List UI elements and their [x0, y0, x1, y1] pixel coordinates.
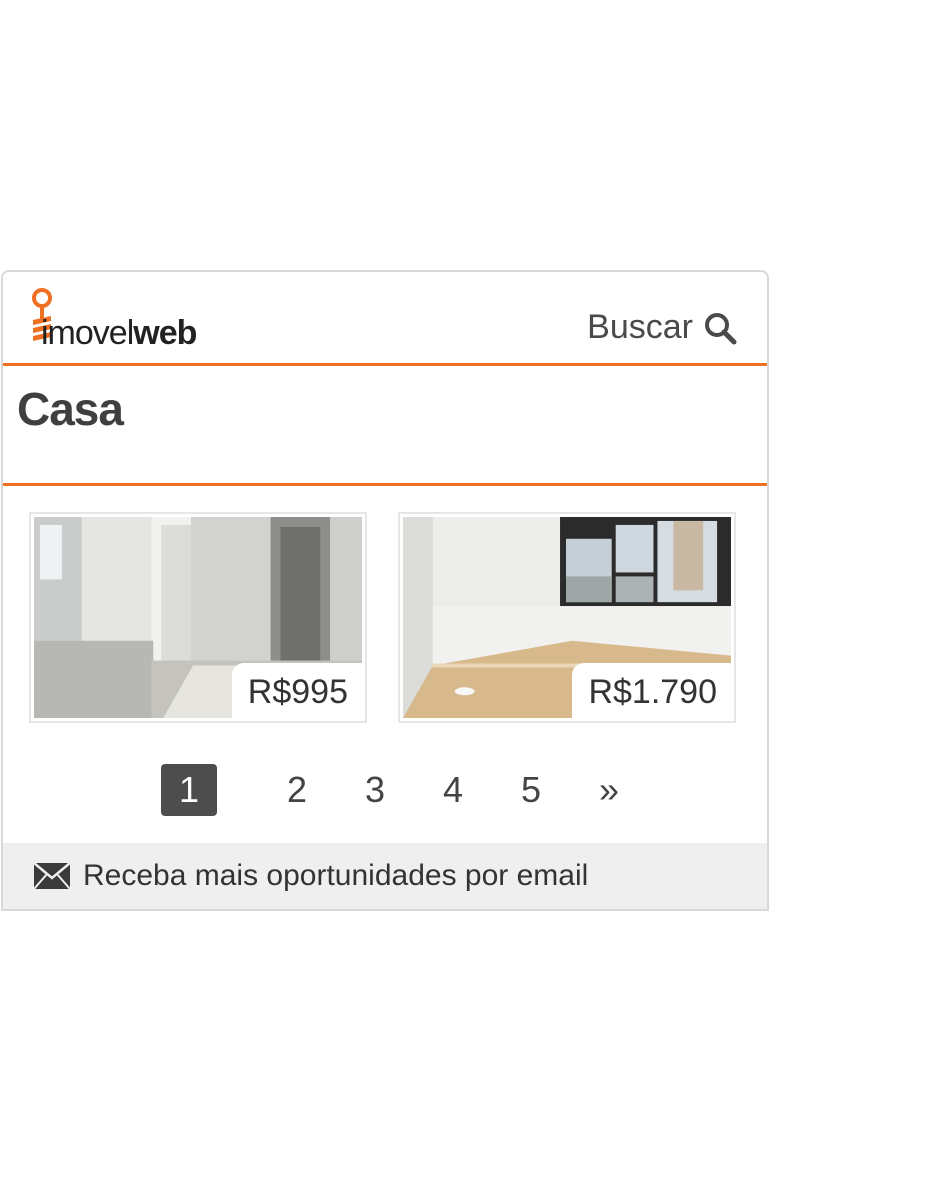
page-2-button[interactable]: 2 [269, 764, 325, 816]
page-3-button[interactable]: 3 [347, 764, 403, 816]
search-label: Buscar [587, 308, 693, 346]
page-4-button[interactable]: 4 [425, 764, 481, 816]
listing-card[interactable]: R$995 [29, 512, 367, 723]
header: imovelweb Buscar [3, 272, 767, 366]
envelope-icon [33, 862, 71, 890]
imovelweb-logo[interactable]: imovelweb [27, 286, 217, 352]
search-button[interactable]: Buscar [587, 308, 737, 347]
email-subscribe-label: Receba mais oportunidades por email [83, 859, 589, 892]
listing-widget: imovelweb Buscar Casa R$995 R$1.790 1 2 … [1, 270, 769, 911]
logo-text-light: imovel [41, 314, 134, 352]
next-page-button[interactable]: » [581, 764, 637, 816]
listing-card[interactable]: R$1.790 [398, 512, 736, 723]
email-subscribe-bar[interactable]: Receba mais oportunidades por email [3, 843, 767, 909]
page-5-button[interactable]: 5 [503, 764, 559, 816]
logo-wordmark: imovelweb [41, 314, 197, 353]
logo-text-bold: web [133, 314, 197, 352]
listing-cards: R$995 R$1.790 [3, 486, 767, 736]
pagination: 1 2 3 4 5 » [3, 736, 767, 830]
listing-photo: R$995 [34, 517, 362, 718]
page-1-button[interactable]: 1 [161, 764, 217, 816]
listing-photo: R$1.790 [403, 517, 731, 718]
page-title: Casa [17, 383, 124, 435]
title-area: Casa [3, 366, 767, 486]
listing-price: R$1.790 [572, 663, 731, 718]
listing-price: R$995 [231, 663, 362, 718]
search-icon [705, 312, 737, 344]
